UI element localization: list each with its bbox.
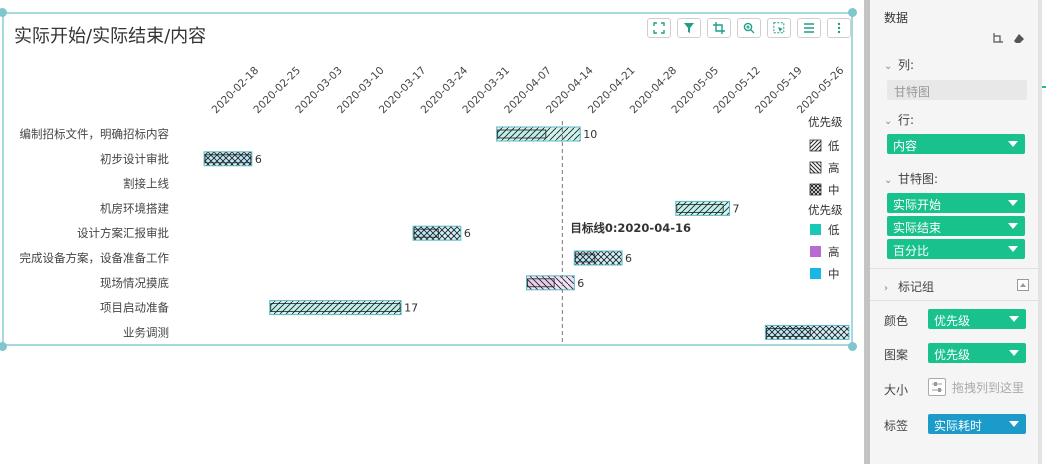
task-row-label: 完成设备方案，设备准备工作 bbox=[20, 251, 170, 265]
caret-down-icon bbox=[1008, 200, 1018, 206]
marks-settings-icon[interactable] bbox=[1017, 279, 1029, 294]
chart-card[interactable]: 实际开始/实际结束/内容 2020-02-18 2020-02-25 2020-03… bbox=[2, 12, 853, 346]
gantt-progress-bar bbox=[497, 129, 547, 139]
panel-icons bbox=[991, 33, 1025, 48]
resize-handle-tr[interactable] bbox=[848, 8, 857, 17]
gantt-progress-bar bbox=[676, 203, 724, 213]
columns-label: 列: bbox=[898, 58, 915, 72]
eraser-icon[interactable] bbox=[1013, 33, 1025, 48]
legend-swatch-color bbox=[810, 268, 821, 279]
task-row-label: 割接上线 bbox=[123, 177, 169, 191]
bar-value-label: 6 bbox=[464, 227, 471, 240]
task-row-label: 设计方案汇报审批 bbox=[77, 226, 169, 240]
bar-value-label: 6 bbox=[255, 153, 262, 166]
gantt-progress-bar bbox=[204, 154, 252, 164]
legend-title-color: 优先级 bbox=[808, 203, 843, 217]
rows-section[interactable]: ⌄ 行: bbox=[884, 111, 914, 128]
panel-scrollbar[interactable] bbox=[1038, 0, 1042, 464]
legend-swatch-pattern bbox=[809, 139, 822, 152]
gantt-progress-bar bbox=[574, 253, 596, 263]
legend-item-pattern: 中 bbox=[828, 183, 840, 197]
rows-label: 行: bbox=[898, 113, 915, 127]
pattern-pill-label: 优先级 bbox=[934, 348, 971, 362]
rows-pill-label: 内容 bbox=[893, 139, 918, 153]
accent-mark bbox=[1042, 86, 1046, 88]
chevron-down-icon: ⌄ bbox=[884, 61, 893, 72]
gantt-pill-label: 百分比 bbox=[893, 244, 930, 258]
tag-label: 标签 bbox=[884, 419, 909, 433]
pattern-pill[interactable]: 优先级 bbox=[928, 343, 1026, 363]
data-panel: 数据 ⌄ 列: 甘特图 ⌄ 行: 内容 ⌄ 甘特图: 实际开始 实际结束 百分比 › 标… bbox=[870, 0, 1042, 464]
bar-value-label: 17 bbox=[404, 302, 418, 315]
divider bbox=[870, 268, 1038, 269]
swap-axis-icon[interactable] bbox=[991, 33, 1003, 48]
bar-value-label: 6 bbox=[577, 277, 584, 290]
gantt-chart: 2020-02-182020-02-252020-03-032020-03-10… bbox=[20, 64, 850, 344]
columns-field[interactable]: 甘特图 bbox=[887, 80, 1027, 100]
task-row-label: 编制招标文件，明确招标内容 bbox=[20, 127, 170, 141]
gantt-pill-start[interactable]: 实际开始 bbox=[887, 193, 1025, 213]
target-line-label: 目标线0:2020-04-16 bbox=[570, 221, 691, 235]
caret-down-icon bbox=[1008, 246, 1018, 252]
legend-item-color: 中 bbox=[828, 267, 840, 281]
legend-item-pattern: 低 bbox=[828, 139, 840, 153]
legend-swatch-pattern bbox=[809, 161, 822, 174]
task-row-label: 现场情况摸底 bbox=[100, 276, 169, 290]
color-pill[interactable]: 优先级 bbox=[928, 309, 1026, 329]
legend-swatch-color bbox=[810, 246, 821, 257]
task-row-label: 初步设计审批 bbox=[100, 152, 169, 166]
tag-pill[interactable]: 实际耗时 bbox=[928, 414, 1026, 434]
task-row-label: 业务调测 bbox=[123, 325, 169, 339]
chevron-down-icon: ⌄ bbox=[884, 175, 893, 186]
resize-handle-br[interactable] bbox=[848, 342, 857, 351]
chevron-down-icon: ⌄ bbox=[884, 116, 893, 127]
gantt-progress-bar bbox=[527, 278, 555, 288]
legend-title-pattern: 优先级 bbox=[808, 115, 843, 129]
legend-swatch-pattern bbox=[809, 183, 822, 196]
caret-down-icon bbox=[1008, 223, 1018, 229]
panel-title: 数据 bbox=[884, 11, 909, 25]
legend-item-color: 低 bbox=[828, 223, 840, 237]
task-row-label: 项目启动准备 bbox=[100, 301, 169, 315]
columns-section[interactable]: ⌄ 列: bbox=[884, 56, 914, 73]
slider-icon bbox=[928, 378, 946, 396]
gantt-pill-percent[interactable]: 百分比 bbox=[887, 239, 1025, 259]
gantt-pill-label: 实际开始 bbox=[893, 198, 942, 212]
caret-down-icon bbox=[1009, 350, 1019, 356]
bar-value-label: 6 bbox=[625, 252, 632, 265]
marks-section[interactable]: › 标记组 bbox=[884, 278, 934, 295]
caret-down-icon bbox=[1009, 421, 1019, 427]
bar-value-label: 7 bbox=[733, 202, 740, 215]
size-label: 大小 bbox=[884, 383, 909, 397]
caret-down-icon bbox=[1009, 316, 1019, 322]
gantt-label: 甘特图: bbox=[898, 172, 939, 186]
gantt-pill-end[interactable]: 实际结束 bbox=[887, 216, 1025, 236]
tag-pill-label: 实际耗时 bbox=[934, 419, 983, 433]
gantt-progress-bar bbox=[413, 228, 439, 238]
color-label: 颜色 bbox=[884, 314, 909, 328]
resize-handle-bl[interactable] bbox=[0, 342, 7, 351]
caret-down-icon bbox=[1008, 141, 1018, 147]
marks-label: 标记组 bbox=[898, 280, 935, 294]
legend-item-pattern: 高 bbox=[828, 161, 840, 175]
bar-value-label: 10 bbox=[583, 128, 597, 141]
color-pill-label: 优先级 bbox=[934, 314, 971, 328]
gantt-progress-bar bbox=[765, 327, 811, 337]
gantt-section[interactable]: ⌄ 甘特图: bbox=[884, 170, 938, 187]
chevron-right-icon: › bbox=[884, 283, 888, 294]
gantt-progress-bar bbox=[270, 303, 401, 313]
legend-swatch-color bbox=[810, 224, 821, 235]
gantt-pill-label: 实际结束 bbox=[893, 221, 942, 235]
divider bbox=[870, 300, 1038, 301]
size-dropzone[interactable]: 拖拽列到这里 bbox=[928, 378, 1024, 396]
task-row-label: 机房环境搭建 bbox=[100, 201, 169, 215]
legend-item-color: 高 bbox=[828, 245, 840, 259]
pattern-label: 图案 bbox=[884, 348, 909, 362]
rows-pill[interactable]: 内容 bbox=[887, 134, 1025, 154]
size-hint: 拖拽列到这里 bbox=[952, 380, 1025, 395]
